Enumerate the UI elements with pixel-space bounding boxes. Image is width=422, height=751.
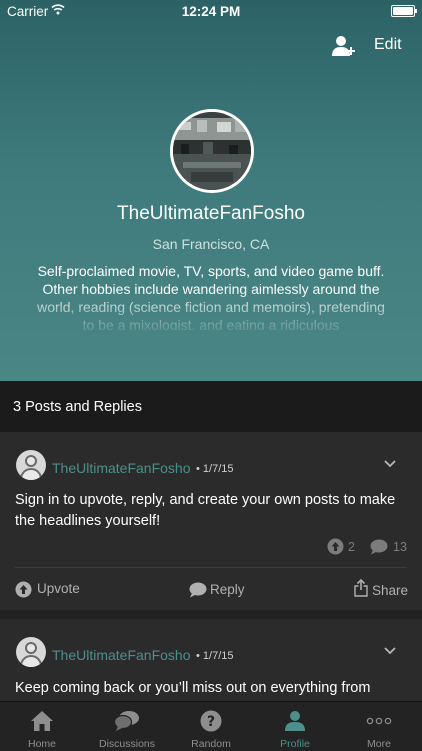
tab-home[interactable]: Home	[0, 702, 84, 751]
reply-label: Reply	[210, 582, 245, 597]
status-time: 12:24 PM	[181, 4, 241, 19]
reply-count: 13	[393, 540, 407, 554]
tab-label: Home	[27, 738, 56, 750]
tab-discussions[interactable]: Discussions	[85, 702, 169, 751]
chevron-down-icon[interactable]	[384, 460, 396, 468]
edit-button[interactable]: Edit	[374, 36, 402, 54]
svg-text:?: ?	[207, 714, 215, 730]
tab-more[interactable]: More	[337, 702, 421, 751]
upvote-label: Upvote	[37, 581, 80, 596]
post-text: Keep coming back or you’ll miss out on e…	[15, 680, 371, 696]
share-icon	[354, 579, 368, 597]
avatar-photo	[173, 112, 251, 190]
share-label: Share	[372, 583, 409, 598]
posts-count-bar: 3 Posts and Replies	[0, 381, 422, 432]
post-username[interactable]: TheUltimateFanFosho	[52, 647, 191, 663]
chevron-down-icon[interactable]	[384, 647, 396, 655]
status-bar: Carrier 12:24 PM	[0, 0, 422, 22]
tab-profile[interactable]: Profile	[253, 702, 337, 751]
profile-location: San Francisco, CA	[152, 236, 270, 252]
reply-count-icon	[370, 539, 388, 555]
tab-bar: Home Discussions ? Random Profile More	[0, 701, 422, 751]
upvote-icon	[15, 581, 32, 598]
tab-label: Profile	[280, 738, 310, 750]
add-user-icon[interactable]	[331, 34, 355, 58]
upvote-count-icon	[327, 538, 344, 555]
upvote-button[interactable]: Upvote	[15, 581, 85, 599]
post-date: • 1/7/15	[196, 463, 234, 475]
reply-icon	[189, 582, 207, 598]
battery-icon	[391, 5, 417, 17]
profile-avatar[interactable]	[170, 109, 254, 193]
post-card[interactable]: TheUltimateFanFosho • 1/7/15 Keep coming…	[0, 619, 422, 701]
home-icon	[31, 711, 53, 731]
post-divider	[15, 567, 407, 568]
profile-bio: Self-proclaimed movie, TV, sports, and v…	[37, 263, 385, 330]
post-avatar[interactable]	[16, 450, 46, 480]
upvote-count: 2	[348, 540, 355, 554]
random-icon: ?	[200, 710, 222, 732]
tab-label: Random	[191, 738, 231, 750]
reply-button[interactable]: Reply	[189, 581, 249, 599]
post-date: • 1/7/15	[196, 650, 234, 662]
profile-header: Carrier 12:24 PM Edit TheUltimateFanFosh…	[0, 0, 422, 381]
post-username[interactable]: TheUltimateFanFosho	[52, 460, 191, 476]
profile-icon	[285, 711, 305, 731]
tab-label: Discussions	[98, 738, 156, 750]
more-icon	[366, 717, 392, 725]
discussions-icon	[114, 711, 139, 731]
posts-count-label: 3 Posts and Replies	[13, 399, 142, 415]
tab-label: More	[367, 738, 391, 750]
profile-username: TheUltimateFanFosho	[117, 203, 305, 224]
share-button[interactable]: Share	[354, 579, 410, 599]
post-avatar[interactable]	[16, 637, 46, 667]
tab-random[interactable]: ? Random	[169, 702, 253, 751]
post-text: Sign in to upvote, reply, and create you…	[15, 492, 396, 529]
